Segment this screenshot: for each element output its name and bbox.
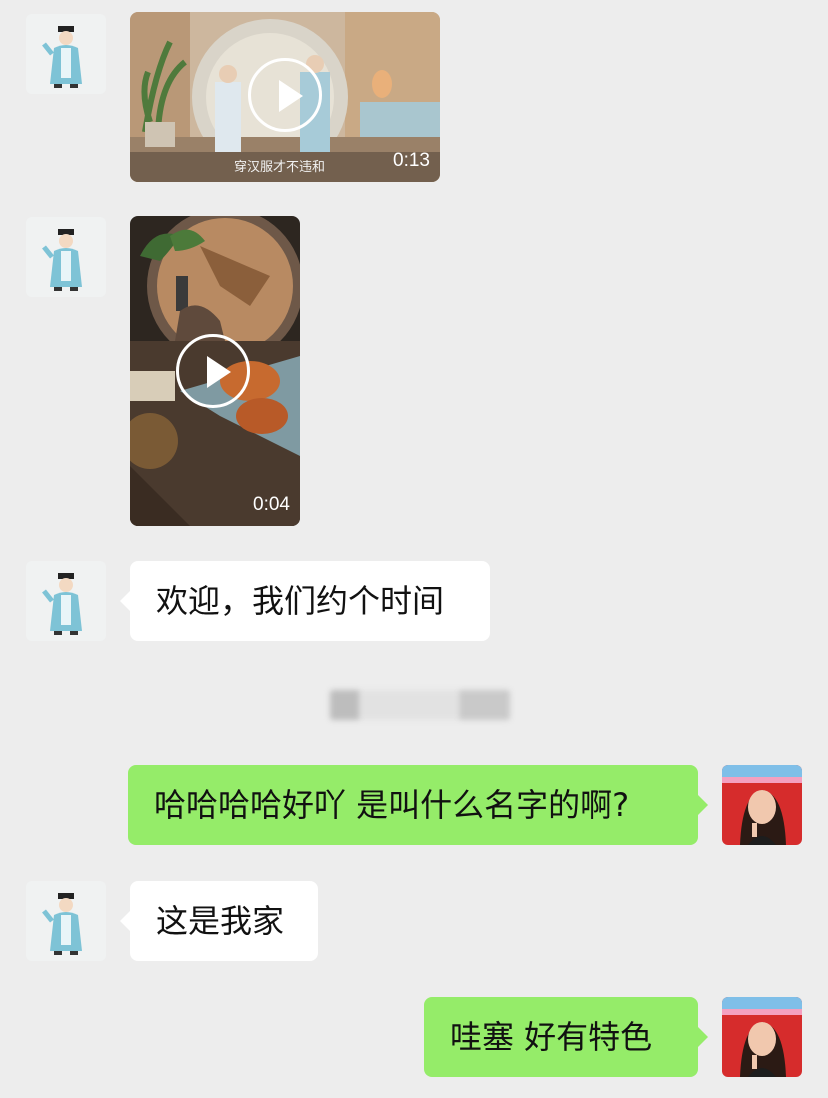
hanfu-figure-icon: [26, 881, 106, 961]
contact-avatar[interactable]: [26, 881, 106, 961]
video-message-1[interactable]: 穿汉服才不违和 0:13: [130, 12, 440, 182]
contact-avatar[interactable]: [26, 217, 106, 297]
video-duration: 0:04: [253, 494, 290, 515]
outgoing-message-bubble[interactable]: 哇塞 好有特色: [424, 997, 708, 1077]
contact-avatar[interactable]: [26, 561, 106, 641]
user-avatar[interactable]: [722, 997, 802, 1077]
hanfu-figure-icon: [26, 14, 106, 94]
incoming-message-bubble[interactable]: 这是我家: [120, 881, 318, 961]
user-photo: [722, 765, 802, 845]
outgoing-message-bubble[interactable]: 哈哈哈哈好吖 是叫什么名字的啊?: [128, 765, 708, 845]
user-avatar[interactable]: [722, 765, 802, 845]
video-duration: 0:13: [393, 150, 430, 171]
contact-avatar[interactable]: [26, 14, 106, 94]
blurred-timestamp: [330, 690, 510, 720]
video-caption: 穿汉服才不违和: [234, 160, 326, 175]
user-photo: [722, 997, 802, 1077]
hanfu-figure-icon: [26, 217, 106, 297]
hanfu-figure-icon: [26, 561, 106, 641]
incoming-message-bubble[interactable]: 欢迎，我们约个时间: [120, 561, 490, 641]
play-icon[interactable]: [176, 334, 250, 408]
video-message-2[interactable]: 0:04: [130, 216, 300, 526]
play-icon[interactable]: [248, 58, 322, 132]
